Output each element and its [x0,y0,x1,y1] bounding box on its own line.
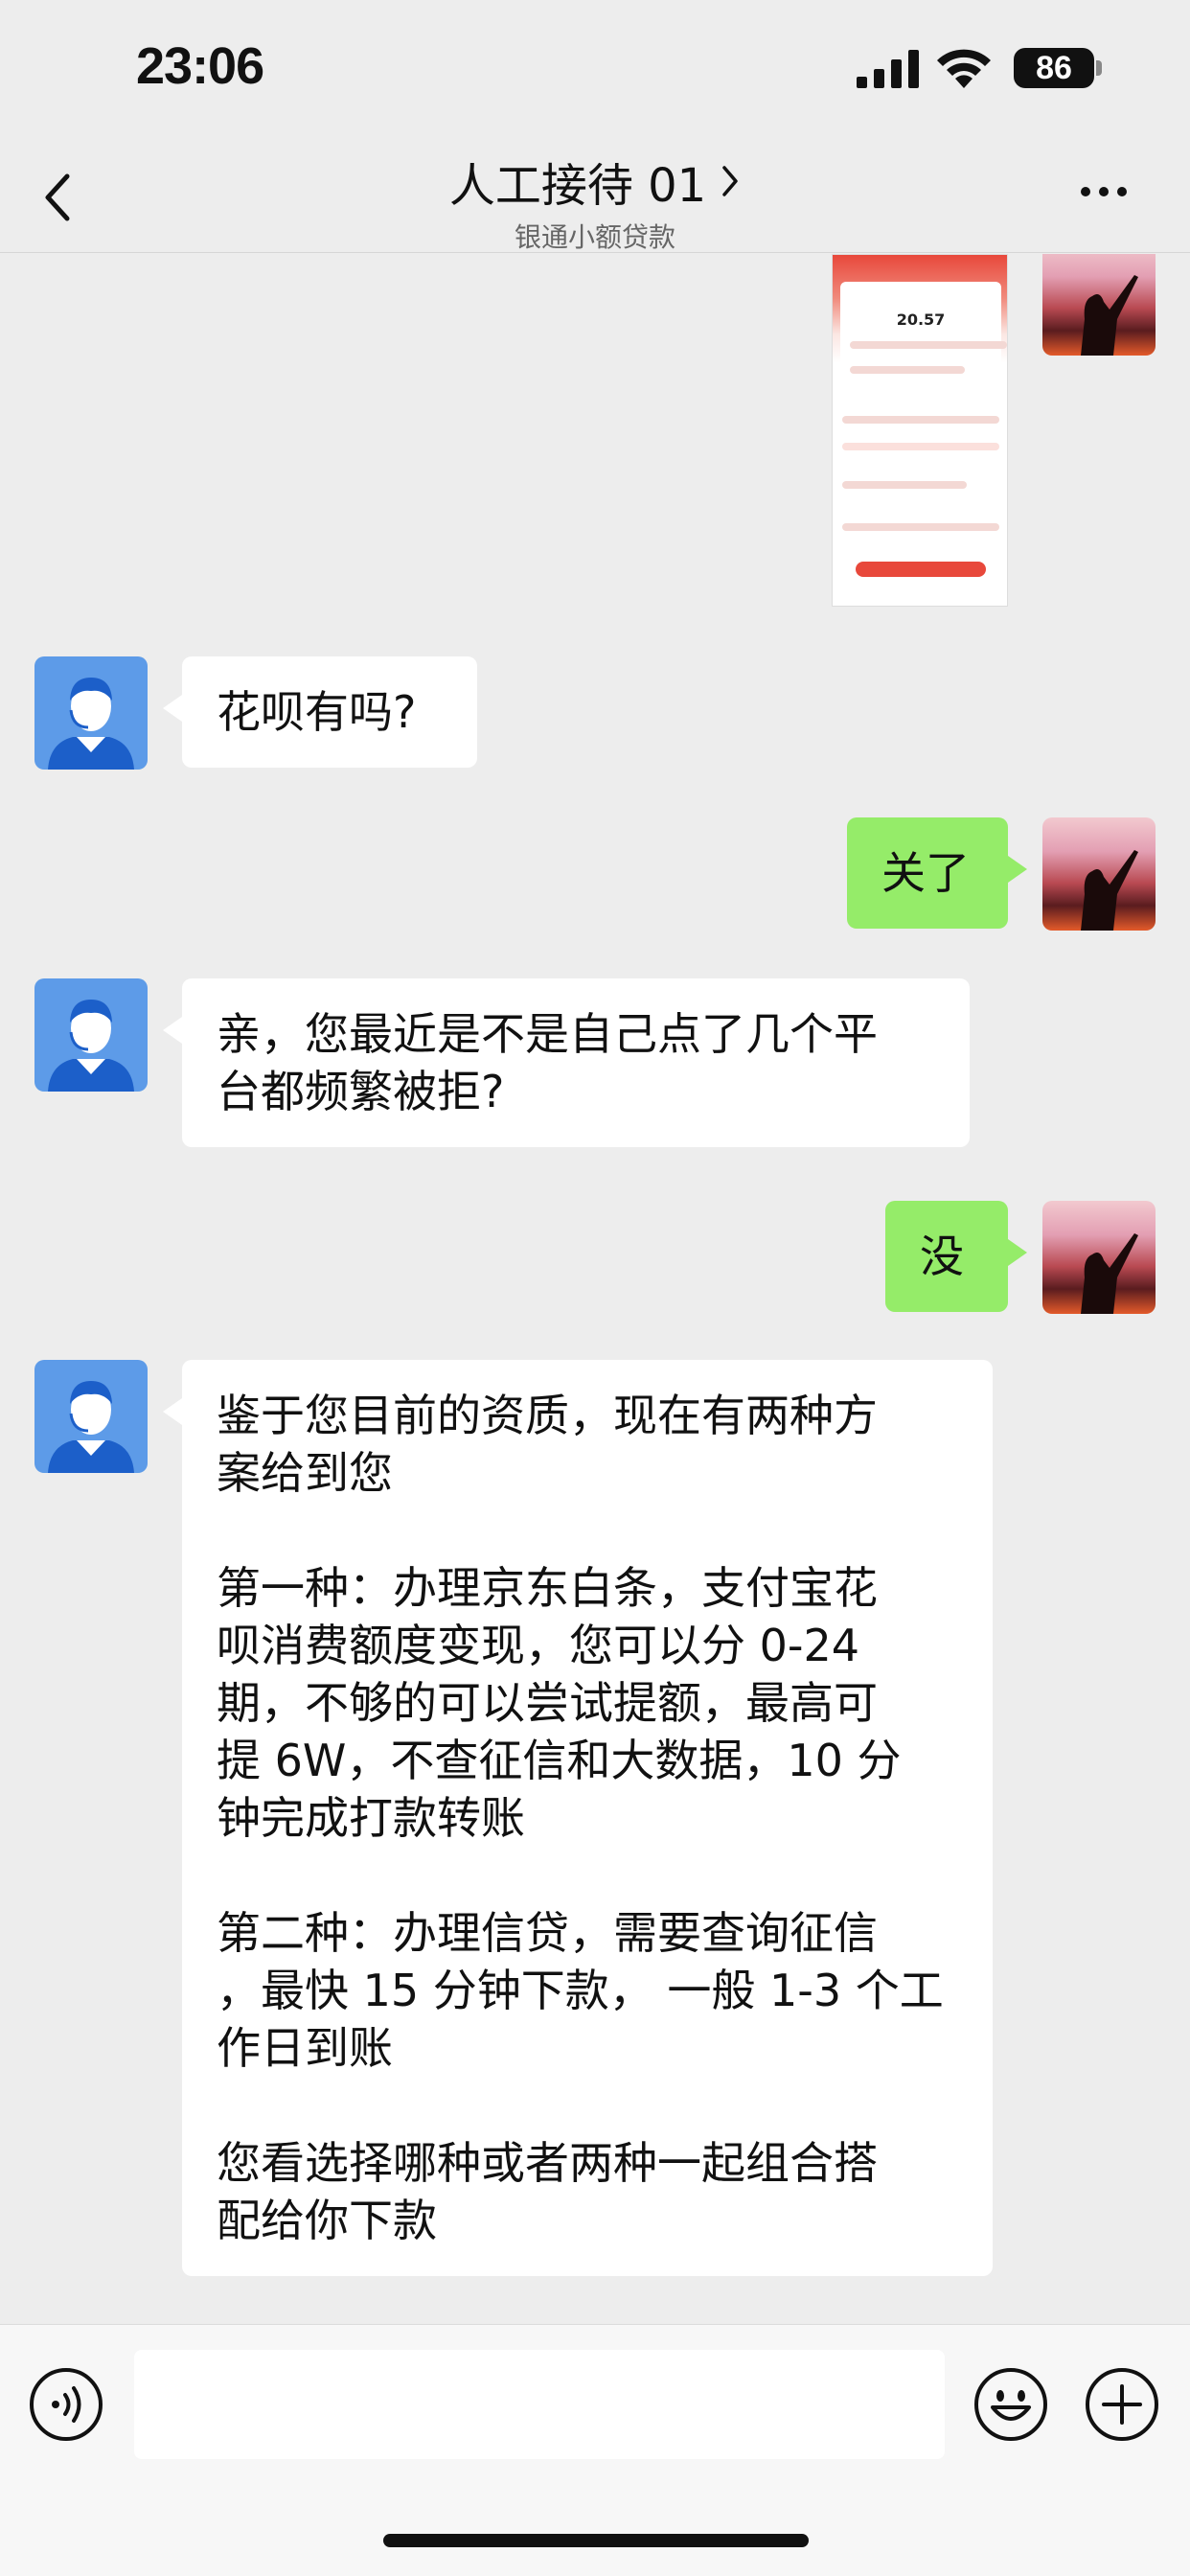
battery-icon: 86 [1014,48,1094,88]
voice-icon[interactable] [29,2367,103,2442]
chat-area[interactable]: 20.57 花呗有吗? 关了 亲，您最近是不是自己点了几个平 台都频繁被拒? 没… [0,254,1190,2324]
message-bubble-user[interactable]: 没 [885,1201,1027,1312]
thumbnail-row [842,481,967,489]
message-bubble-agent[interactable]: 花呗有吗? [163,656,477,768]
plus-icon[interactable] [1085,2367,1159,2442]
message-input[interactable] [134,2350,945,2459]
message-text: 关了 [881,847,970,899]
chat-subtitle: 银通小额贷款 [514,221,675,253]
agent-icon [48,1000,134,1092]
user-avatar[interactable] [1042,817,1156,931]
agent-icon [48,678,134,770]
user-avatar[interactable] [1042,1201,1156,1314]
image-message-thumbnail[interactable]: 20.57 [832,254,1008,607]
thumbnail-card: 20.57 [840,282,1007,397]
thumbnail-row [842,523,999,531]
chat-title[interactable]: 人工接待 01 [449,148,741,215]
message-text: 花呗有吗? [217,686,417,738]
thumbnail-row [842,443,999,450]
signal-icon [857,50,919,88]
wifi-icon [937,49,991,88]
thumbnail-row [850,341,1007,349]
home-indicator [383,2534,809,2547]
nav-bar: 人工接待 01 银通小额贷款 [0,144,1190,253]
avatar-silhouette [1081,850,1138,931]
battery-level: 86 [1036,49,1072,86]
message-text: 没 [920,1230,964,1282]
message-text: 亲，您最近是不是自己点了几个平 台都频繁被拒? [217,1008,878,1117]
agent-icon [48,1381,134,1473]
message-bubble-agent[interactable]: 亲，您最近是不是自己点了几个平 台都频繁被拒? [163,978,970,1147]
avatar-silhouette [1081,1233,1138,1314]
more-icon[interactable] [1081,182,1138,201]
thumbnail-header: 20.57 [833,255,1007,399]
user-avatar[interactable] [1042,254,1156,356]
message-text: 鉴于您目前的资质，现在有两种方 案给到您 第一种：办理京东白条，支付宝花 呗消费… [217,1390,944,2246]
chat-title-text: 人工接待 01 [448,159,707,213]
status-bar: 23:06 86 [0,0,1190,144]
avatar-silhouette [1081,275,1138,356]
chevron-right-icon [722,166,738,196]
emoji-icon[interactable] [973,2367,1048,2442]
nav-title-group[interactable]: 人工接待 01 银通小额贷款 [0,144,1190,255]
agent-avatar[interactable] [34,978,148,1092]
thumbnail-row [842,416,999,424]
message-bubble-user[interactable]: 关了 [847,817,1027,929]
status-time: 23:06 [136,37,264,95]
thumbnail-amount: 20.57 [896,310,946,329]
battery-tip [1096,60,1102,76]
thumbnail-button [856,562,986,577]
thumbnail-row [850,366,965,374]
message-bubble-agent[interactable]: 鉴于您目前的资质，现在有两种方 案给到您 第一种：办理京东白条，支付宝花 呗消费… [163,1360,993,2276]
agent-avatar[interactable] [34,1360,148,1473]
agent-avatar[interactable] [34,656,148,770]
